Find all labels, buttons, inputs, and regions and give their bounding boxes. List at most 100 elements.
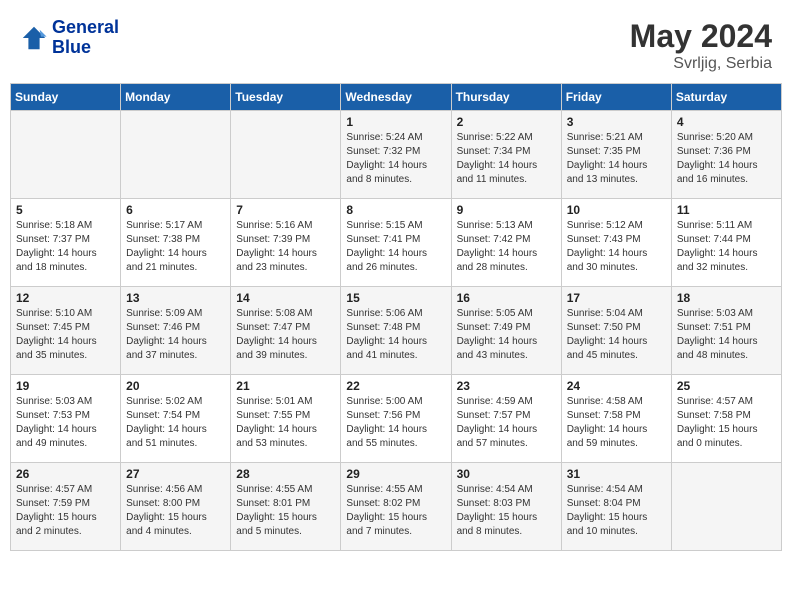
day-info: Sunrise: 4:56 AM Sunset: 8:00 PM Dayligh… xyxy=(126,483,225,539)
day-number: 21 xyxy=(236,379,335,393)
day-info: Sunrise: 5:13 AM Sunset: 7:42 PM Dayligh… xyxy=(457,219,556,275)
calendar-cell: 20Sunrise: 5:02 AM Sunset: 7:54 PM Dayli… xyxy=(121,375,231,463)
day-number: 29 xyxy=(346,467,445,481)
calendar-cell xyxy=(671,463,781,551)
day-info: Sunrise: 5:03 AM Sunset: 7:53 PM Dayligh… xyxy=(16,395,115,451)
day-info: Sunrise: 5:24 AM Sunset: 7:32 PM Dayligh… xyxy=(346,131,445,187)
day-info: Sunrise: 5:15 AM Sunset: 7:41 PM Dayligh… xyxy=(346,219,445,275)
day-number: 9 xyxy=(457,203,556,217)
day-number: 19 xyxy=(16,379,115,393)
day-info: Sunrise: 5:04 AM Sunset: 7:50 PM Dayligh… xyxy=(567,307,666,363)
day-header-friday: Friday xyxy=(561,84,671,111)
calendar-cell: 22 Sunrise: 5:00 AM Sunset: 7:56 PM Dayli… xyxy=(341,375,451,463)
day-number: 24 xyxy=(567,379,666,393)
day-header-tuesday: Tuesday xyxy=(231,84,341,111)
logo-line1: General xyxy=(52,18,119,38)
calendar-week-4: 19 Sunrise: 5:03 AM Sunset: 7:53 PM Dayli… xyxy=(11,375,782,463)
calendar-cell: 31Sunrise: 4:54 AM Sunset: 8:04 PM Dayli… xyxy=(561,463,671,551)
calendar-cell: 4Sunrise: 5:20 AM Sunset: 7:36 PM Daylig… xyxy=(671,111,781,199)
day-header-monday: Monday xyxy=(121,84,231,111)
calendar-cell: 21 Sunrise: 5:01 AM Sunset: 7:55 PM Dayli… xyxy=(231,375,341,463)
day-info: Sunrise: 5:17 AM Sunset: 7:38 PM Dayligh… xyxy=(126,219,225,275)
calendar-week-3: 12 Sunrise: 5:10 AM Sunset: 7:45 PM Dayli… xyxy=(11,287,782,375)
day-info: Sunrise: 5:10 AM Sunset: 7:45 PM Dayligh… xyxy=(16,307,115,363)
calendar-cell: 14Sunrise: 5:08 AM Sunset: 7:47 PM Dayli… xyxy=(231,287,341,375)
day-info: Sunrise: 4:59 AM Sunset: 7:57 PM Dayligh… xyxy=(457,395,556,451)
day-info: Sunrise: 5:06 AM Sunset: 7:48 PM Dayligh… xyxy=(346,307,445,363)
day-header-saturday: Saturday xyxy=(671,84,781,111)
day-info: Sunrise: 5:12 AM Sunset: 7:43 PM Dayligh… xyxy=(567,219,666,275)
day-info: Sunrise: 4:54 AM Sunset: 8:04 PM Dayligh… xyxy=(567,483,666,539)
logo: General Blue xyxy=(20,18,119,58)
day-number: 25 xyxy=(677,379,776,393)
day-number: 16 xyxy=(457,291,556,305)
day-info: Sunrise: 5:22 AM Sunset: 7:34 PM Dayligh… xyxy=(457,131,556,187)
calendar-cell: 6 Sunrise: 5:17 AM Sunset: 7:38 PM Daylig… xyxy=(121,199,231,287)
day-number: 3 xyxy=(567,115,666,129)
calendar-cell: 10 Sunrise: 5:12 AM Sunset: 7:43 PM Dayli… xyxy=(561,199,671,287)
calendar-cell: 17Sunrise: 5:04 AM Sunset: 7:50 PM Dayli… xyxy=(561,287,671,375)
day-number: 20 xyxy=(126,379,225,393)
calendar-week-5: 26Sunrise: 4:57 AM Sunset: 7:59 PM Dayli… xyxy=(11,463,782,551)
calendar-cell: 15Sunrise: 5:06 AM Sunset: 7:48 PM Dayli… xyxy=(341,287,451,375)
calendar-cell: 9 Sunrise: 5:13 AM Sunset: 7:42 PM Daylig… xyxy=(451,199,561,287)
logo-icon xyxy=(20,24,48,52)
location: Svrljig, Serbia xyxy=(630,55,772,73)
day-number: 8 xyxy=(346,203,445,217)
calendar-cell: 29 Sunrise: 4:55 AM Sunset: 8:02 PM Dayli… xyxy=(341,463,451,551)
calendar-cell: 27 Sunrise: 4:56 AM Sunset: 8:00 PM Dayli… xyxy=(121,463,231,551)
day-number: 23 xyxy=(457,379,556,393)
calendar-cell: 30 Sunrise: 4:54 AM Sunset: 8:03 PM Dayli… xyxy=(451,463,561,551)
calendar-cell: 18 Sunrise: 5:03 AM Sunset: 7:51 PM Dayli… xyxy=(671,287,781,375)
day-number: 27 xyxy=(126,467,225,481)
day-number: 13 xyxy=(126,291,225,305)
day-info: Sunrise: 5:18 AM Sunset: 7:37 PM Dayligh… xyxy=(16,219,115,275)
calendar-cell xyxy=(231,111,341,199)
day-number: 26 xyxy=(16,467,115,481)
calendar-cell: 13 Sunrise: 5:09 AM Sunset: 7:46 PM Dayli… xyxy=(121,287,231,375)
calendar-week-1: 1Sunrise: 5:24 AM Sunset: 7:32 PM Daylig… xyxy=(11,111,782,199)
day-info: Sunrise: 5:11 AM Sunset: 7:44 PM Dayligh… xyxy=(677,219,776,275)
day-number: 5 xyxy=(16,203,115,217)
day-info: Sunrise: 4:55 AM Sunset: 8:02 PM Dayligh… xyxy=(346,483,445,539)
day-info: Sunrise: 5:20 AM Sunset: 7:36 PM Dayligh… xyxy=(677,131,776,187)
day-headers-row: SundayMondayTuesdayWednesdayThursdayFrid… xyxy=(11,84,782,111)
day-info: Sunrise: 4:55 AM Sunset: 8:01 PM Dayligh… xyxy=(236,483,335,539)
calendar-cell: 24Sunrise: 4:58 AM Sunset: 7:58 PM Dayli… xyxy=(561,375,671,463)
day-number: 10 xyxy=(567,203,666,217)
calendar-cell: 26Sunrise: 4:57 AM Sunset: 7:59 PM Dayli… xyxy=(11,463,121,551)
calendar-week-2: 5 Sunrise: 5:18 AM Sunset: 7:37 PM Daylig… xyxy=(11,199,782,287)
day-info: Sunrise: 4:57 AM Sunset: 7:58 PM Dayligh… xyxy=(677,395,776,451)
day-number: 2 xyxy=(457,115,556,129)
day-info: Sunrise: 5:16 AM Sunset: 7:39 PM Dayligh… xyxy=(236,219,335,275)
day-number: 28 xyxy=(236,467,335,481)
month-year: May 2024 xyxy=(630,18,772,55)
day-info: Sunrise: 5:01 AM Sunset: 7:55 PM Dayligh… xyxy=(236,395,335,451)
day-number: 12 xyxy=(16,291,115,305)
day-info: Sunrise: 4:54 AM Sunset: 8:03 PM Dayligh… xyxy=(457,483,556,539)
day-header-sunday: Sunday xyxy=(11,84,121,111)
calendar-cell: 11 Sunrise: 5:11 AM Sunset: 7:44 PM Dayli… xyxy=(671,199,781,287)
calendar-cell xyxy=(11,111,121,199)
day-number: 22 xyxy=(346,379,445,393)
day-header-thursday: Thursday xyxy=(451,84,561,111)
day-number: 7 xyxy=(236,203,335,217)
calendar-cell: 28 Sunrise: 4:55 AM Sunset: 8:01 PM Dayli… xyxy=(231,463,341,551)
day-header-wednesday: Wednesday xyxy=(341,84,451,111)
day-info: Sunrise: 5:00 AM Sunset: 7:56 PM Dayligh… xyxy=(346,395,445,451)
calendar-cell: 16 Sunrise: 5:05 AM Sunset: 7:49 PM Dayli… xyxy=(451,287,561,375)
calendar-cell: 3Sunrise: 5:21 AM Sunset: 7:35 PM Daylig… xyxy=(561,111,671,199)
day-info: Sunrise: 5:09 AM Sunset: 7:46 PM Dayligh… xyxy=(126,307,225,363)
day-info: Sunrise: 5:05 AM Sunset: 7:49 PM Dayligh… xyxy=(457,307,556,363)
day-number: 6 xyxy=(126,203,225,217)
page-header: General Blue May 2024 Svrljig, Serbia xyxy=(10,10,782,77)
day-info: Sunrise: 5:03 AM Sunset: 7:51 PM Dayligh… xyxy=(677,307,776,363)
calendar-cell: 5 Sunrise: 5:18 AM Sunset: 7:37 PM Daylig… xyxy=(11,199,121,287)
calendar-cell xyxy=(121,111,231,199)
calendar-cell: 1Sunrise: 5:24 AM Sunset: 7:32 PM Daylig… xyxy=(341,111,451,199)
day-number: 30 xyxy=(457,467,556,481)
day-number: 18 xyxy=(677,291,776,305)
day-number: 14 xyxy=(236,291,335,305)
day-number: 11 xyxy=(677,203,776,217)
title-block: May 2024 Svrljig, Serbia xyxy=(630,18,772,73)
